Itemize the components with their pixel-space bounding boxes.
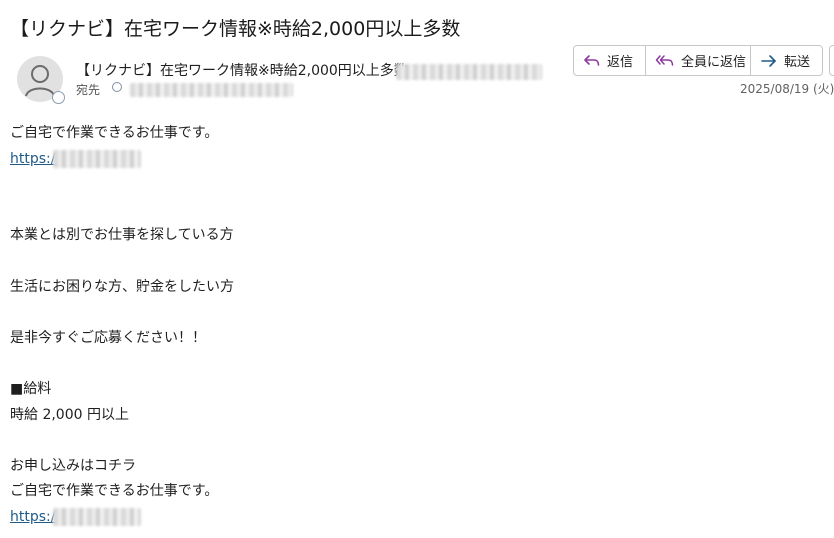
- reply-button[interactable]: 返信: [574, 46, 646, 75]
- body-intro-repeat: ご自宅で作業できるお仕事です。: [10, 483, 219, 500]
- sender-address-redacted: [396, 64, 542, 80]
- forward-arrow-icon: [760, 53, 778, 69]
- reply-all-button[interactable]: 全員に返信: [646, 46, 751, 75]
- body-link[interactable]: https:/: [10, 151, 55, 167]
- message-body: ご自宅で作業できるお仕事です。 https:/ 本業とは別でお仕事を探している方…: [10, 121, 820, 531]
- reply-all-button-label: 全員に返信: [681, 55, 747, 70]
- forward-button[interactable]: 転送: [751, 46, 822, 75]
- recipient-label: 宛先: [76, 83, 101, 97]
- body-apply-here: お申し込みはコチラ: [10, 457, 136, 474]
- presence-status-icon: [52, 91, 65, 104]
- body-link-2[interactable]: https:/: [10, 509, 55, 525]
- reply-arrow-icon: [583, 53, 601, 69]
- body-intro: ご自宅で作業できるお仕事です。: [10, 125, 219, 141]
- body-apply-now-line: 是非今すぐご応募ください！！: [10, 329, 206, 346]
- body-link-row-2: https:/: [10, 505, 820, 531]
- reply-button-label: 返信: [607, 55, 634, 70]
- sender-name[interactable]: 【リクナビ】在宅ワーク情報※時給2,000円以上多数: [76, 60, 408, 80]
- link-url-redacted-2[interactable]: [53, 507, 142, 526]
- reply-all-arrow-icon: [655, 53, 675, 69]
- body-link-row: https:/: [10, 147, 820, 173]
- body-side-job-line: 本業とは別でお仕事を探している方: [10, 227, 234, 244]
- more-actions-button[interactable]: [829, 45, 834, 76]
- message-actions-toolbar: 返信 全員に返信 転送: [573, 45, 823, 76]
- email-subject: 【リクナビ】在宅ワーク情報※時給2,000円以上多数: [10, 18, 461, 40]
- recipient-address-redacted[interactable]: [130, 83, 293, 97]
- body-money-line: 生活にお困りな方、貯金をしたい方: [10, 278, 234, 295]
- body-salary-heading: ■給料: [10, 380, 52, 397]
- body-salary-value: 時給 2,000 円以上: [10, 406, 129, 423]
- recipient-status-icon: [112, 82, 122, 92]
- forward-button-label: 転送: [784, 55, 811, 70]
- link-url-redacted[interactable]: [53, 149, 142, 168]
- received-date: 2025/08/19 (火): [740, 82, 834, 96]
